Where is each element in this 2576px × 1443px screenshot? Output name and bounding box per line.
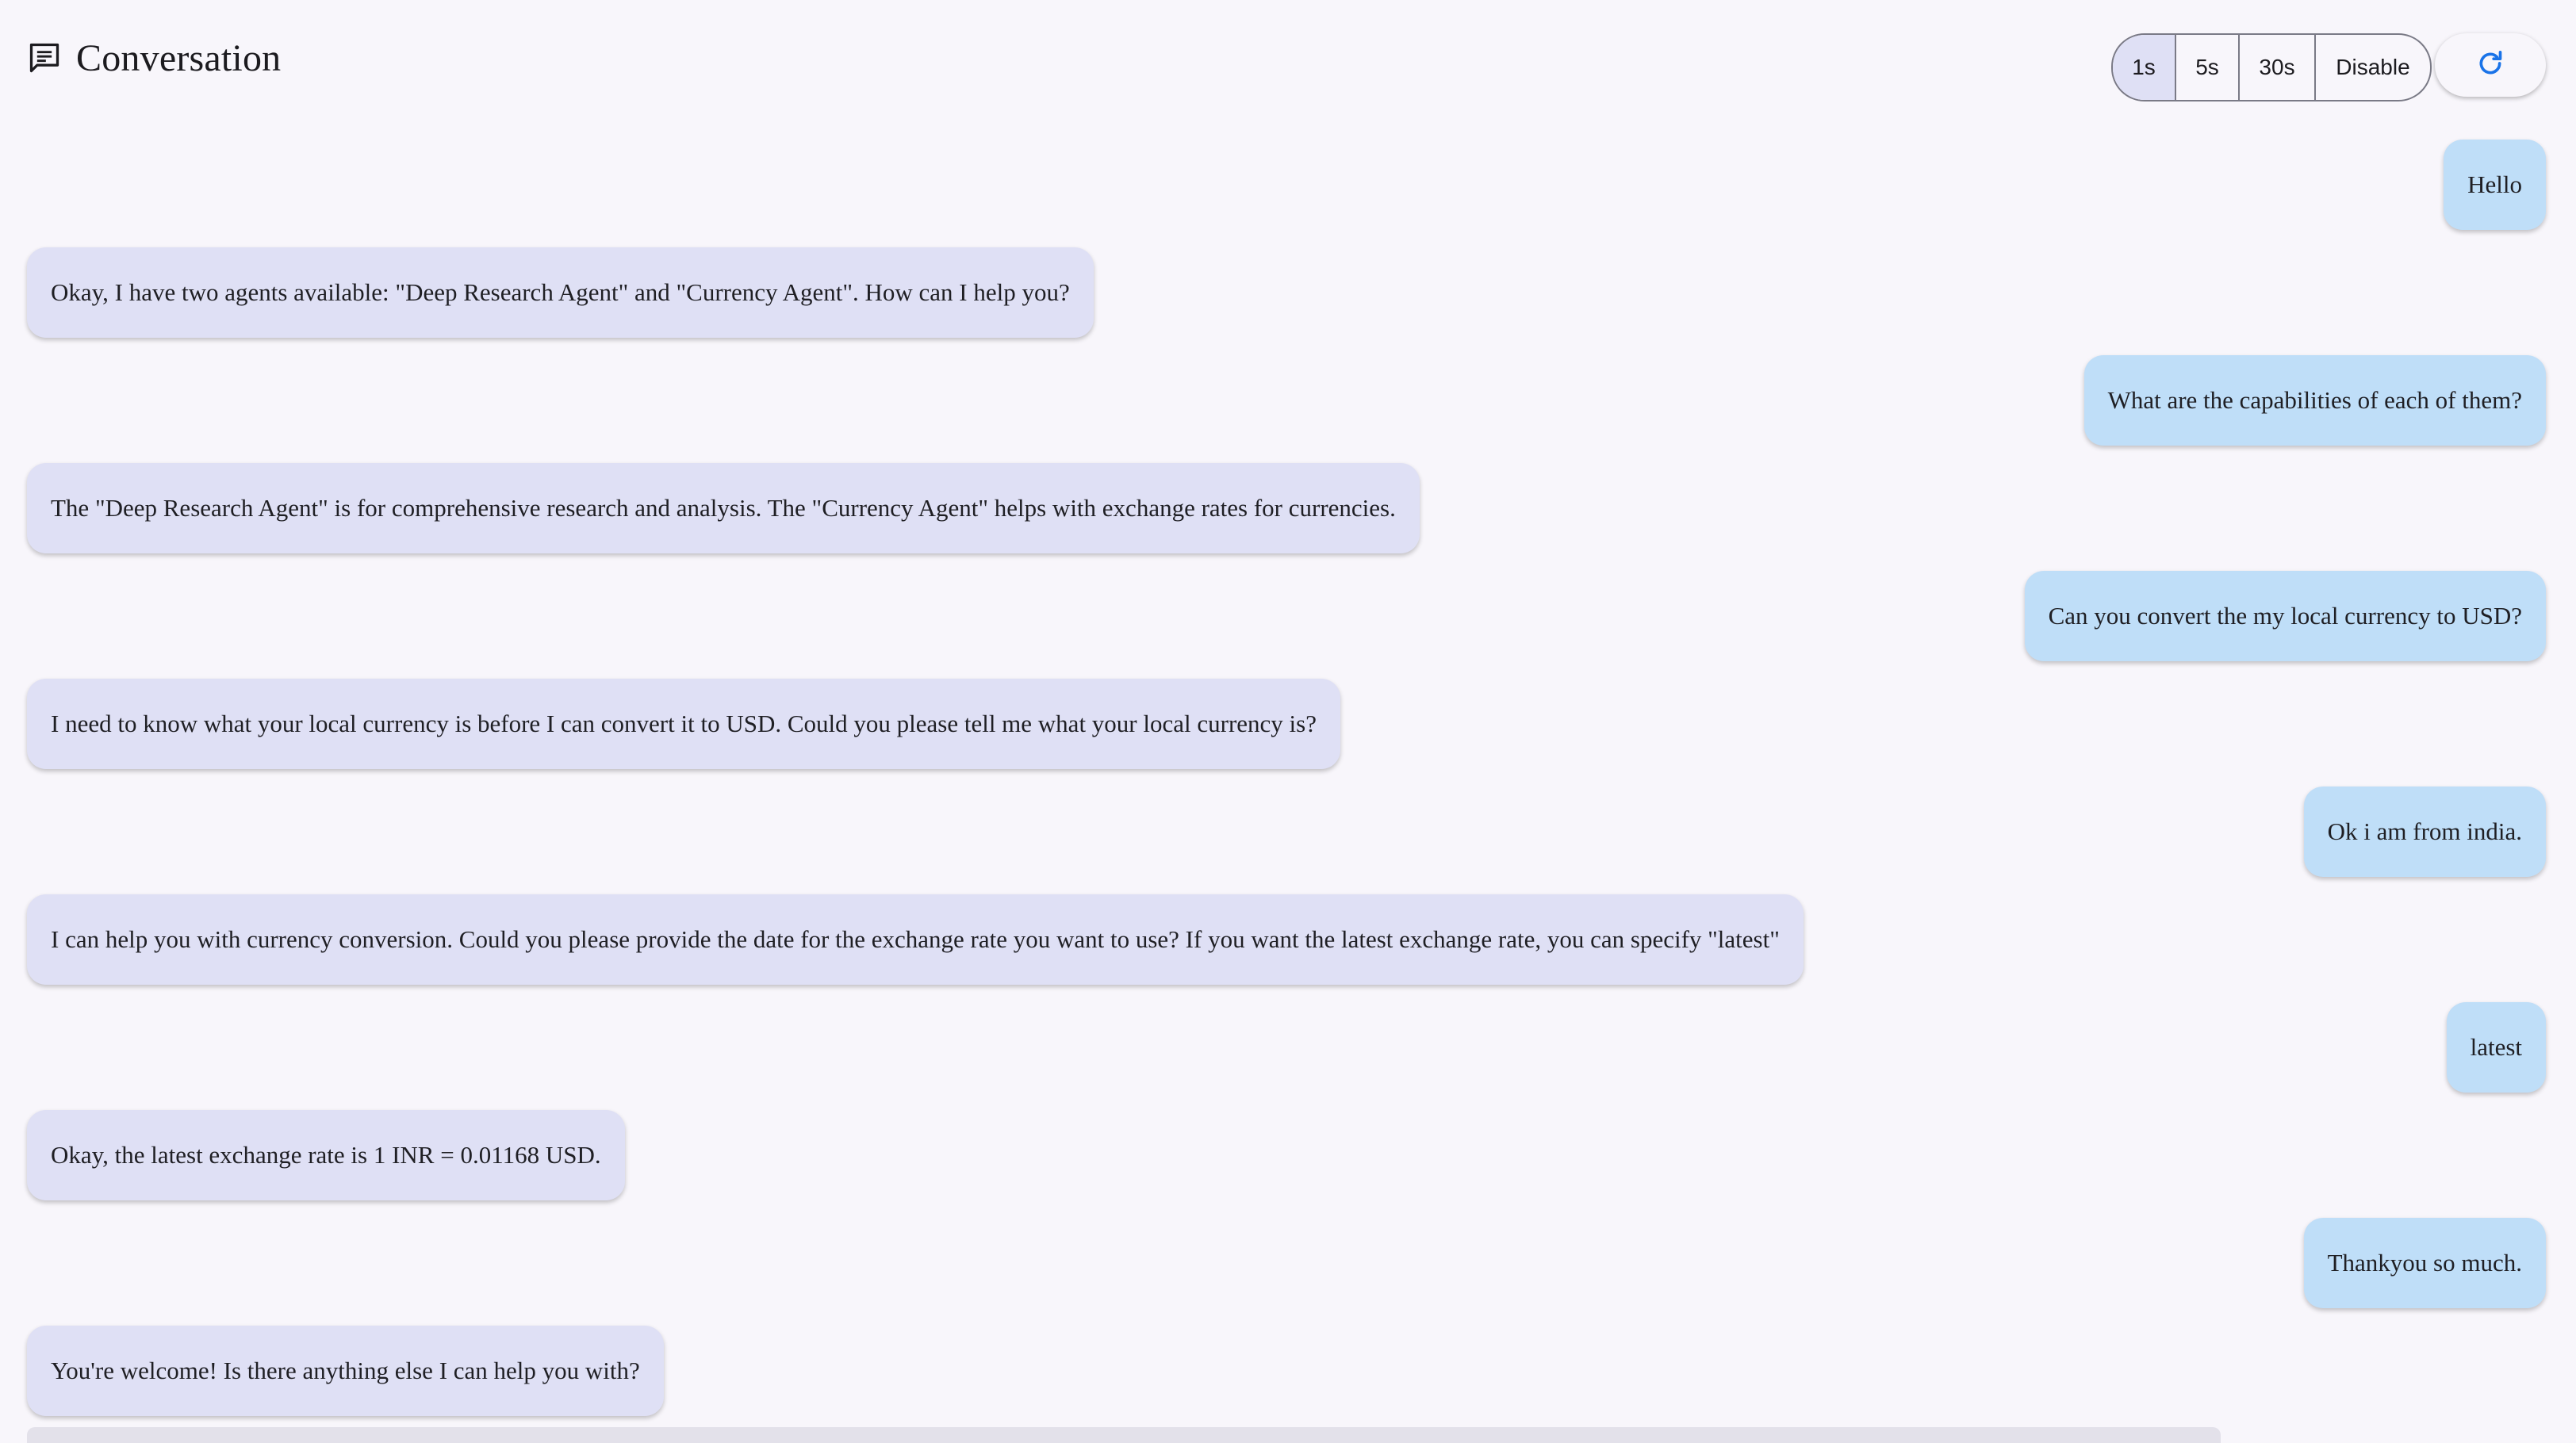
refresh-option-30s[interactable]: 30s — [2238, 35, 2314, 100]
user-message: latest — [2446, 1002, 2546, 1093]
user-message: Thankyou so much. — [2303, 1218, 2546, 1308]
message-input-area[interactable] — [27, 1427, 2221, 1443]
agent-message: Okay, I have two agents available: "Deep… — [27, 247, 1094, 338]
refresh-option-5s[interactable]: 5s — [2175, 35, 2238, 100]
user-message: What are the capabilities of each of the… — [2083, 355, 2546, 446]
page-header: Conversation — [27, 29, 281, 87]
user-message: Ok i am from india. — [2303, 787, 2546, 877]
agent-message: You're welcome! Is there anything else I… — [27, 1326, 664, 1416]
chat-icon — [27, 40, 62, 75]
refresh-interval-selector: 1s 5s 30s Disable — [2111, 33, 2432, 101]
refresh-option-1s[interactable]: 1s — [2113, 35, 2175, 100]
user-message: Hello — [2444, 140, 2546, 230]
agent-message: I can help you with currency conversion.… — [27, 894, 1804, 985]
agent-message: Okay, the latest exchange rate is 1 INR … — [27, 1110, 625, 1200]
refresh-icon — [2474, 48, 2506, 83]
agent-message: I need to know what your local currency … — [27, 679, 1340, 769]
user-message: Can you convert the my local currency to… — [2024, 571, 2546, 661]
agent-message: The "Deep Research Agent" is for compreh… — [27, 463, 1420, 553]
page-title: Conversation — [76, 36, 282, 79]
refresh-button[interactable] — [2435, 33, 2546, 97]
refresh-option-disable[interactable]: Disable — [2314, 35, 2430, 100]
